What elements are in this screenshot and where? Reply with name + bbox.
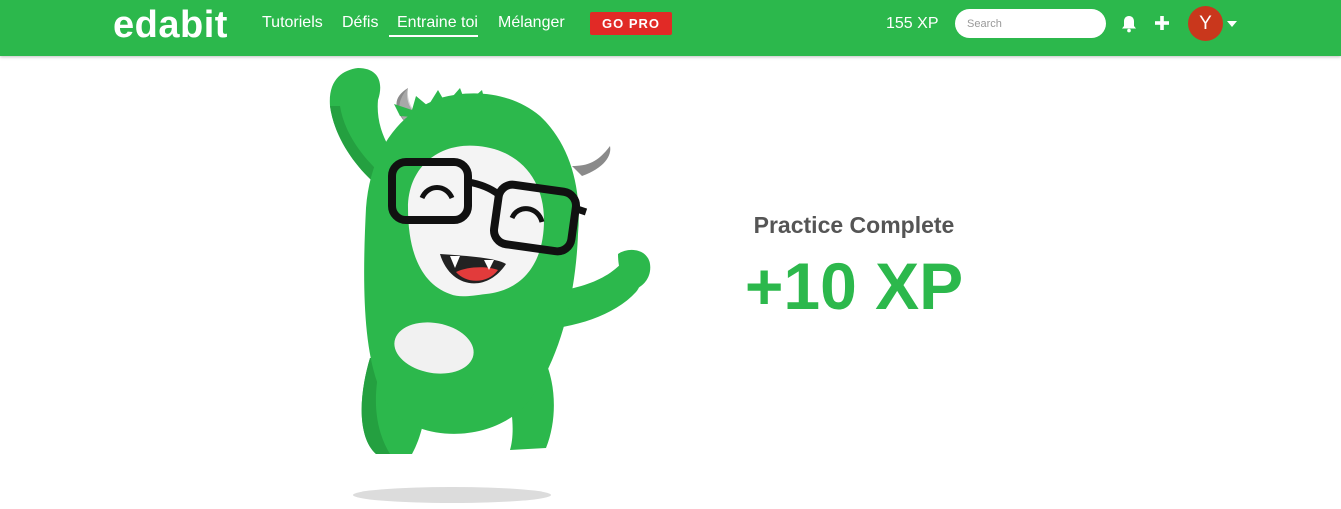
caret-down-icon[interactable] [1227,21,1237,27]
nav-link-entraine-toi[interactable]: Entraine toi [389,13,478,37]
search-input[interactable] [955,9,1106,38]
nav-link-tutoriels[interactable]: Tutoriels [262,13,323,33]
plus-icon[interactable] [1155,16,1169,30]
user-avatar[interactable]: Y [1188,6,1223,41]
nav-link-defis[interactable]: Défis [342,13,378,33]
top-navbar: edabit Tutoriels Défis Entraine toi Méla… [0,0,1341,56]
bell-icon[interactable] [1121,15,1137,33]
xp-gain-text: +10 XP [744,249,964,323]
mascot-illustration [329,68,651,503]
go-pro-button[interactable]: GO PRO [590,12,672,35]
edabit-logo[interactable]: edabit [113,3,228,47]
xp-counter: 155 XP [886,15,939,32]
nav-link-melanger[interactable]: Mélanger [498,13,565,33]
practice-complete-heading: Practice Complete [753,212,955,238]
